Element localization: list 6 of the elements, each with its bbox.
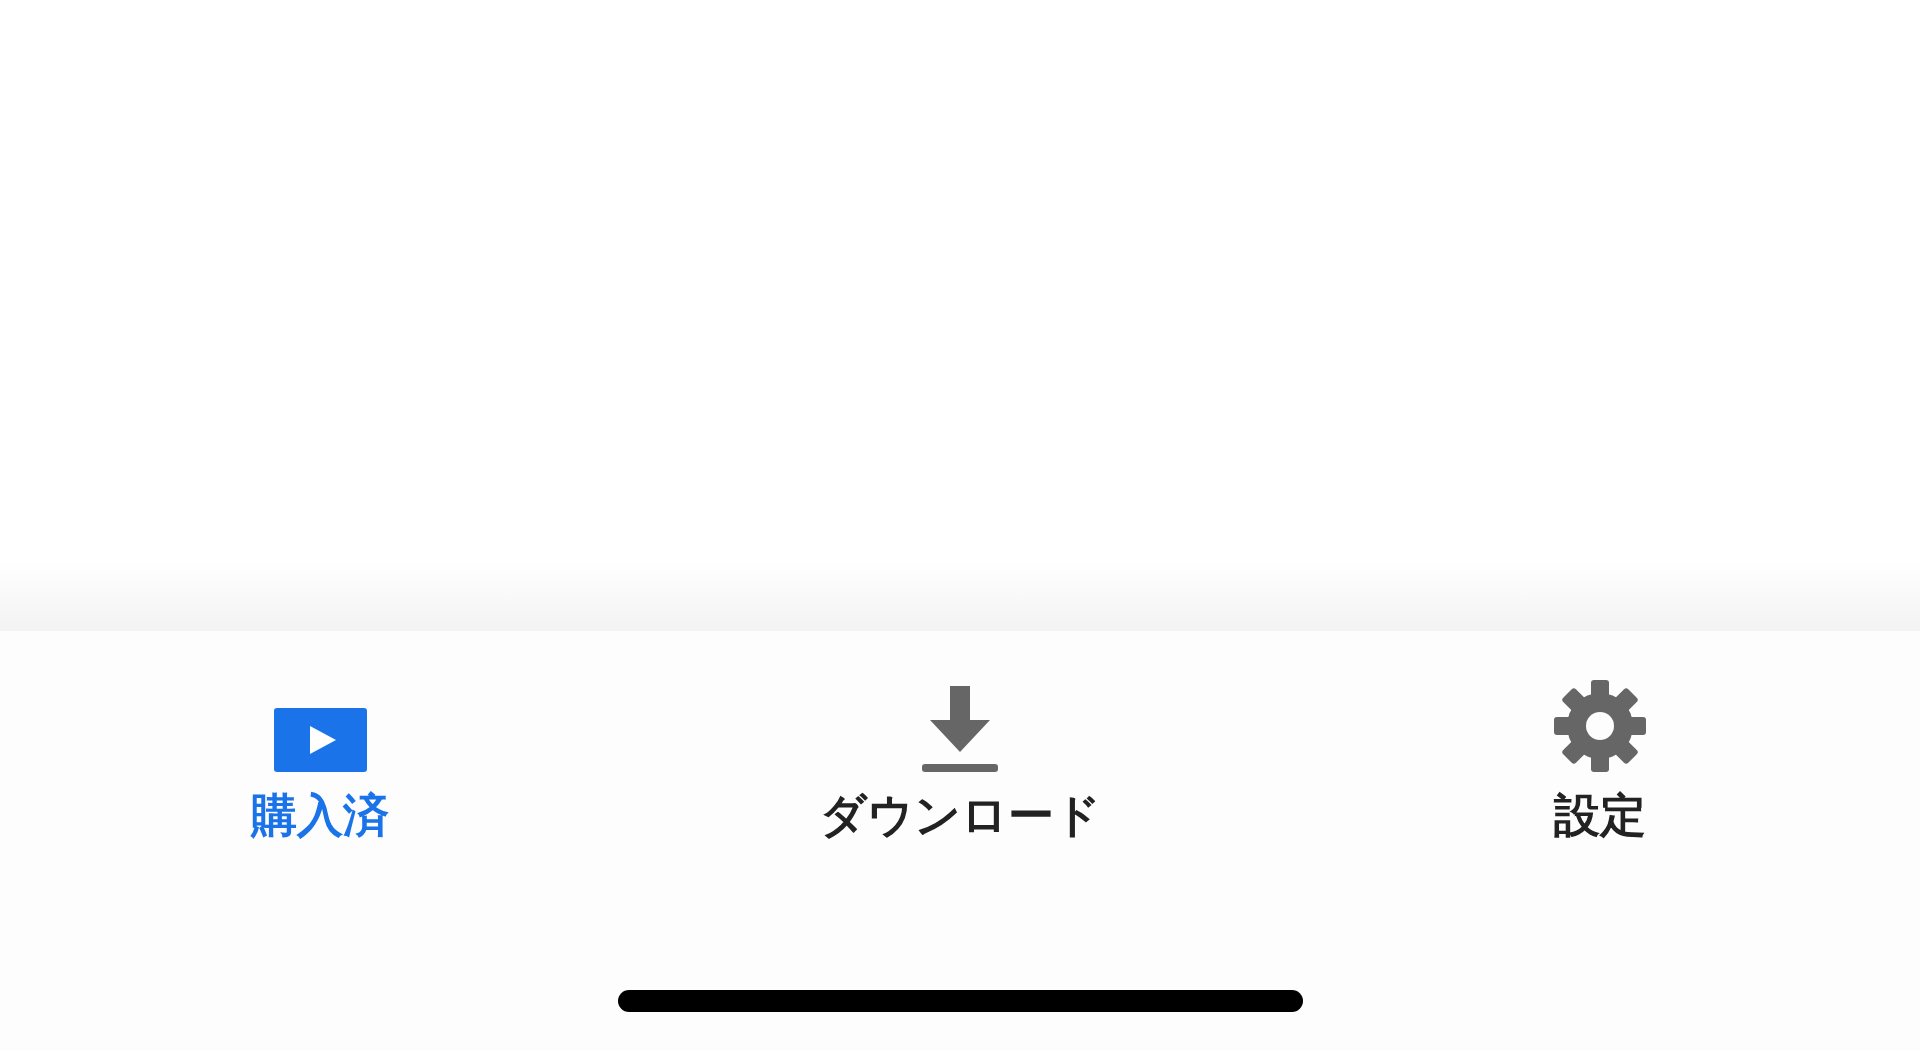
tab-button[interactable]: 購入済 [243, 676, 397, 845]
tab-button[interactable]: 設定 [1546, 676, 1654, 845]
tab-button[interactable]: ダウンロード [811, 676, 1109, 845]
download-icon [922, 686, 998, 772]
settings-icon [1554, 680, 1646, 772]
play-icon [273, 708, 367, 772]
